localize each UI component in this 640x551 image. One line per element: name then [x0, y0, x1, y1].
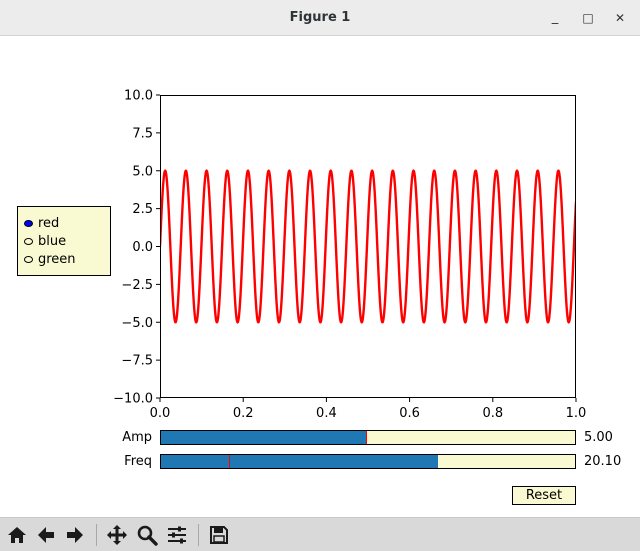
amp-slider-value: 5.00 — [584, 430, 613, 445]
configure-subplots-icon — [168, 526, 186, 544]
y-tick-label: −5.0 — [121, 316, 153, 331]
window-titlebar: Figure 1 _ □ ✕ — [0, 0, 640, 36]
x-tick-label: 0.4 — [316, 406, 337, 421]
radio-blue[interactable]: blue — [24, 233, 66, 249]
amp-slider-fill — [161, 431, 366, 444]
home-button[interactable] — [4, 522, 30, 548]
home-icon — [8, 527, 26, 543]
pan-icon — [107, 525, 127, 545]
amp-slider-initial-marker — [365, 431, 367, 444]
x-tick-label: 1.0 — [566, 406, 587, 421]
radio-blue-indicator[interactable] — [24, 237, 33, 245]
zoom-icon — [137, 525, 158, 546]
window-title: Figure 1 — [289, 10, 351, 25]
minimize-button[interactable]: _ — [546, 9, 564, 27]
toolbar-separator — [96, 524, 97, 546]
freq-slider[interactable] — [160, 454, 576, 469]
y-tick-label: −7.5 — [121, 354, 153, 369]
zoom-button[interactable] — [134, 522, 160, 548]
radio-blue-label: blue — [38, 233, 67, 249]
radio-red[interactable]: red — [24, 215, 59, 231]
pan-button[interactable] — [104, 522, 130, 548]
close-button[interactable]: ✕ — [611, 9, 629, 27]
x-tick-label: 0.8 — [482, 406, 503, 421]
freq-slider-label: Freq — [124, 454, 152, 469]
forward-button[interactable] — [62, 522, 88, 548]
configure-subplots-button[interactable] — [164, 522, 190, 548]
y-tick-label: 0.0 — [132, 240, 153, 255]
sine-line — [160, 169, 576, 324]
y-tick-label: −10.0 — [113, 392, 153, 407]
amp-slider[interactable] — [160, 430, 576, 445]
freq-slider-fill — [161, 455, 438, 468]
y-tick-label: 10.0 — [124, 89, 153, 104]
radio-green-indicator[interactable] — [24, 255, 33, 263]
back-button[interactable] — [33, 522, 59, 548]
toolbar-separator — [198, 524, 199, 546]
x-tick-label: 0.0 — [150, 406, 171, 421]
save-button[interactable] — [206, 522, 232, 548]
radio-green[interactable]: green — [24, 251, 76, 267]
y-tick-label: 7.5 — [132, 126, 153, 141]
x-tick-label: 0.6 — [399, 406, 420, 421]
reset-button[interactable]: Reset — [512, 486, 576, 505]
y-tick-label: −2.5 — [121, 278, 153, 293]
navigation-toolbar — [0, 517, 640, 551]
freq-slider-value: 20.10 — [584, 454, 622, 469]
color-radio-group: red blue green — [17, 206, 111, 276]
back-icon — [38, 527, 54, 543]
freq-slider-initial-marker — [228, 455, 230, 468]
figure-canvas: 0.0 0.2 0.4 0.6 0.8 1.0 −10.0 −7.5 −5.0 −2.5 0.0 2.… — [0, 36, 640, 517]
x-tick-label: 0.2 — [233, 406, 254, 421]
y-tick-label: 2.5 — [132, 202, 153, 217]
y-tick-label: 5.0 — [132, 164, 153, 179]
amp-slider-label: Amp — [122, 430, 152, 445]
save-icon — [210, 526, 228, 544]
forward-icon — [67, 527, 83, 543]
maximize-button[interactable]: □ — [579, 9, 597, 27]
radio-green-label: green — [38, 251, 76, 267]
radio-red-indicator[interactable] — [24, 219, 33, 227]
radio-red-label: red — [38, 215, 60, 231]
